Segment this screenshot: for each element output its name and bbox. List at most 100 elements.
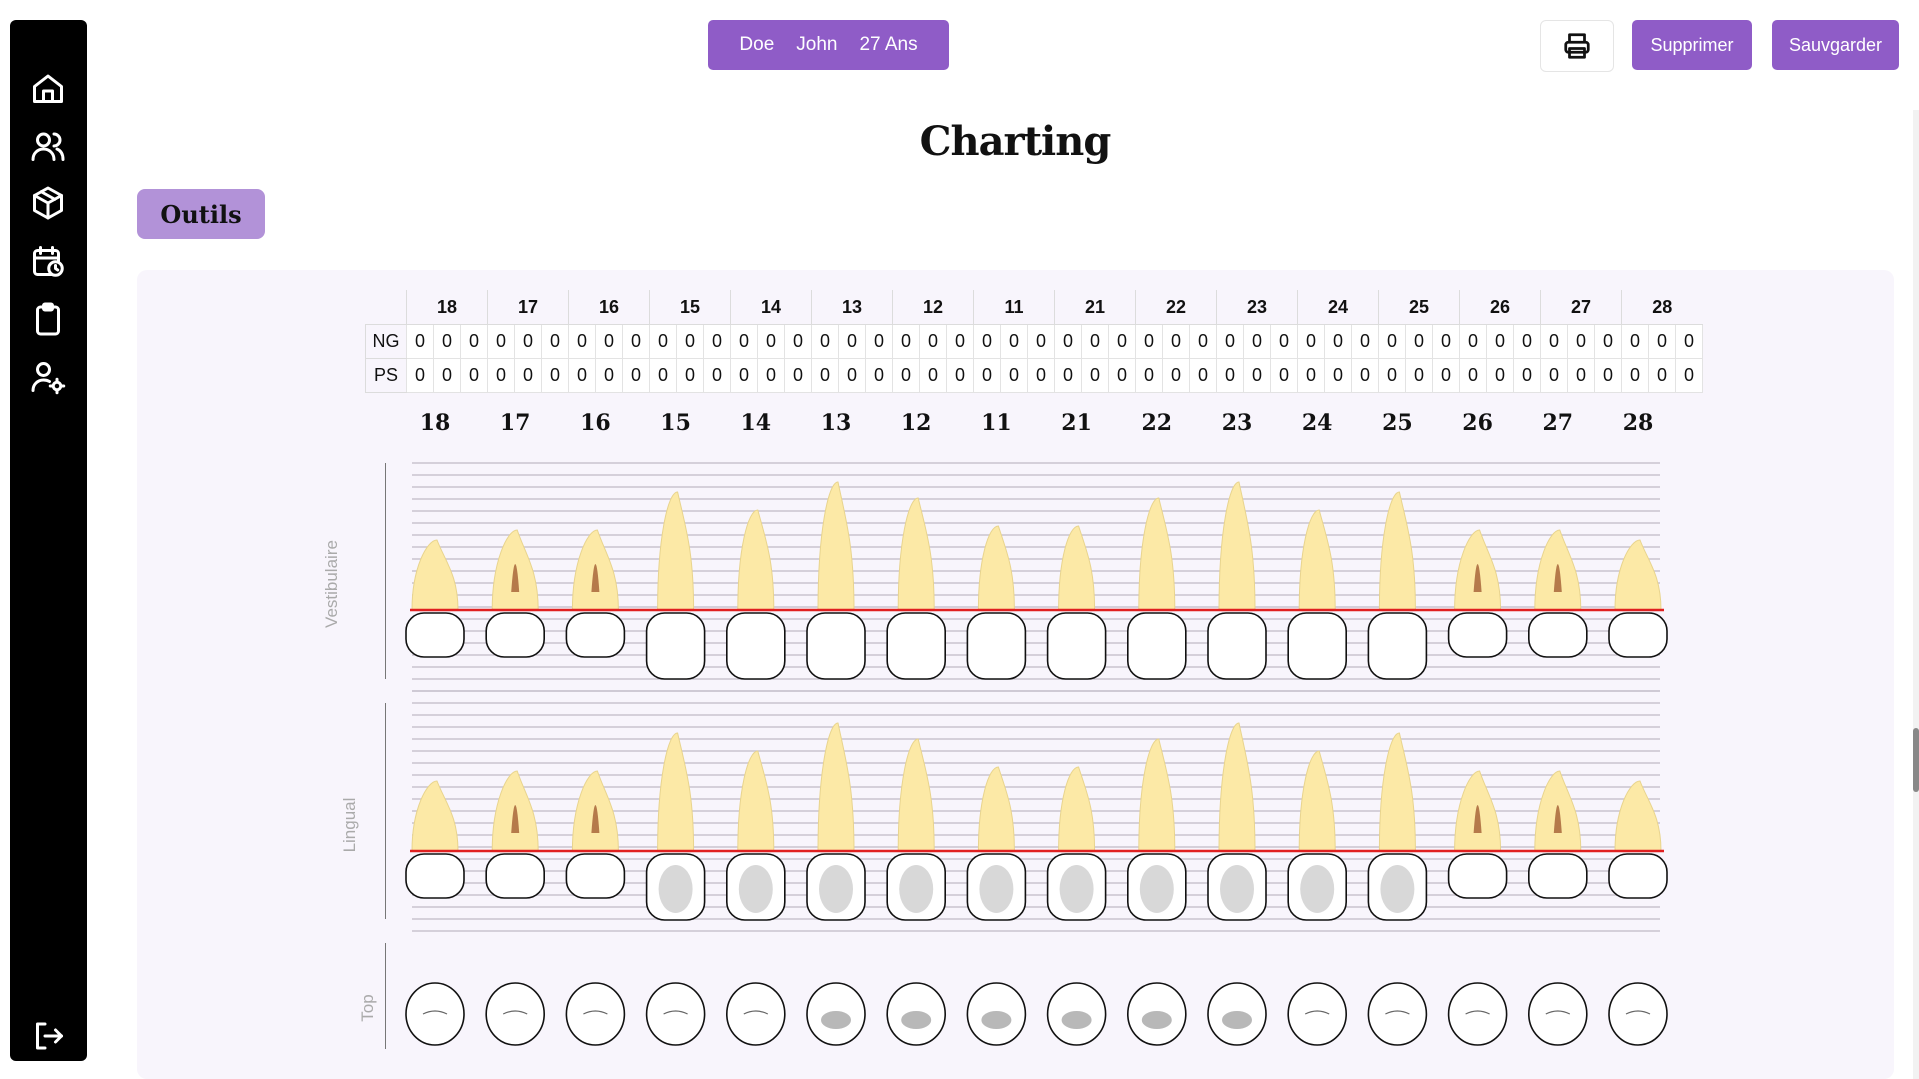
tooth-crown xyxy=(1046,612,1107,680)
tooth-25-vestibular xyxy=(1367,491,1428,680)
tooth-27-lingual xyxy=(1528,770,1588,899)
tooth-25-top xyxy=(1367,982,1428,1046)
tooth-crown xyxy=(485,853,546,899)
incisal-shade xyxy=(981,1011,1012,1029)
tooth-18-top xyxy=(405,982,465,1046)
incisal-shade xyxy=(1222,1011,1252,1029)
tooth-top-outline xyxy=(1447,982,1508,1046)
crown-shade xyxy=(1220,865,1254,913)
tooth-15-vestibular xyxy=(645,491,706,680)
tooth-13-top xyxy=(806,982,866,1046)
tooth-top-outline xyxy=(1287,982,1347,1046)
tooth-18-vestibular xyxy=(405,539,465,658)
tooth-17-lingual xyxy=(485,770,546,899)
tooth-crown xyxy=(1608,612,1668,658)
tooth-12-top xyxy=(886,982,947,1046)
tooth-28-vestibular xyxy=(1608,539,1668,658)
tooth-11-top xyxy=(966,982,1027,1046)
tooth-root xyxy=(1298,750,1336,852)
tooth-15-lingual xyxy=(645,732,706,921)
tooth-crown xyxy=(1207,612,1267,680)
tooth-root xyxy=(1298,509,1336,611)
tooth-17-vestibular xyxy=(485,529,546,658)
tooth-top-outline xyxy=(405,982,465,1046)
tooth-crown xyxy=(485,612,546,658)
scrollbar[interactable] xyxy=(1913,110,1919,1079)
tooth-crown xyxy=(1528,853,1588,899)
tooth-root xyxy=(1138,738,1176,852)
tooth-root xyxy=(977,525,1015,611)
tooth-root xyxy=(737,750,775,852)
tooth-16-top xyxy=(565,982,626,1046)
tooth-crown xyxy=(966,612,1027,680)
incisal-shade xyxy=(1061,1011,1092,1029)
tooth-16-lingual xyxy=(565,770,626,899)
crown-shade xyxy=(738,865,773,913)
tooth-crown xyxy=(725,612,786,680)
tooth-27-vestibular xyxy=(1528,529,1588,658)
incisal-shade xyxy=(901,1011,932,1029)
tooth-21-top xyxy=(1046,982,1107,1046)
tooth-crown xyxy=(1447,612,1508,658)
tooth-crown xyxy=(405,612,465,658)
tooth-crown xyxy=(1608,853,1668,899)
tooth-17-top xyxy=(485,982,546,1046)
tooth-12-vestibular xyxy=(886,497,947,680)
crown-shade xyxy=(1059,865,1094,913)
crown-shade xyxy=(658,865,693,913)
tooth-15-top xyxy=(645,982,706,1046)
tooth-root xyxy=(1058,766,1096,852)
tooth-root xyxy=(737,509,775,611)
tooth-top-outline xyxy=(485,982,546,1046)
tooth-22-lingual xyxy=(1127,738,1187,921)
tooth-root xyxy=(817,722,855,852)
tooth-11-vestibular xyxy=(966,525,1027,680)
tooth-crown xyxy=(806,612,866,680)
tooth-27-top xyxy=(1528,982,1588,1046)
incisal-shade xyxy=(821,1011,851,1029)
tooth-22-vestibular xyxy=(1127,497,1187,680)
tooth-21-lingual xyxy=(1046,766,1107,921)
crown-shade xyxy=(1380,865,1415,913)
tooth-root xyxy=(977,766,1015,852)
tooth-crown xyxy=(1447,853,1508,899)
tooth-top-outline xyxy=(1608,982,1668,1046)
tooth-root xyxy=(1218,481,1256,611)
tooth-root xyxy=(411,539,459,611)
tooth-25-lingual xyxy=(1367,732,1428,921)
tooth-24-top xyxy=(1287,982,1347,1046)
tooth-23-lingual xyxy=(1207,722,1267,921)
tooth-root xyxy=(897,738,935,852)
tooth-12-lingual xyxy=(886,738,947,921)
tooth-top-outline xyxy=(565,982,626,1046)
tooth-13-lingual xyxy=(806,722,866,921)
tooth-root xyxy=(1378,491,1416,611)
tooth-26-top xyxy=(1447,982,1508,1046)
tooth-root xyxy=(657,491,695,611)
crown-shade xyxy=(979,865,1014,913)
crown-shade xyxy=(819,865,853,913)
tooth-top-outline xyxy=(725,982,786,1046)
tooth-root xyxy=(1614,539,1662,611)
tooth-crown xyxy=(1367,612,1428,680)
tooth-22-top xyxy=(1127,982,1187,1046)
tooth-top-outline xyxy=(645,982,706,1046)
tooth-crown xyxy=(645,612,706,680)
tooth-crown xyxy=(405,853,465,899)
tooth-11-lingual xyxy=(966,766,1027,921)
tooth-crown xyxy=(1127,612,1187,680)
dental-chart xyxy=(405,462,1668,1046)
crown-shade xyxy=(1300,865,1335,913)
tooth-28-top xyxy=(1608,982,1668,1046)
incisal-shade xyxy=(1141,1011,1172,1029)
tooth-crown xyxy=(886,612,947,680)
tooth-16-vestibular xyxy=(565,529,626,658)
tooth-root xyxy=(411,780,459,852)
tooth-14-top xyxy=(725,982,786,1046)
tooth-crown xyxy=(1528,612,1588,658)
tooth-26-vestibular xyxy=(1447,529,1508,658)
tooth-root xyxy=(897,497,935,611)
scrollbar-thumb[interactable] xyxy=(1913,728,1919,792)
tooth-crown xyxy=(565,853,626,899)
tooth-root xyxy=(1138,497,1176,611)
